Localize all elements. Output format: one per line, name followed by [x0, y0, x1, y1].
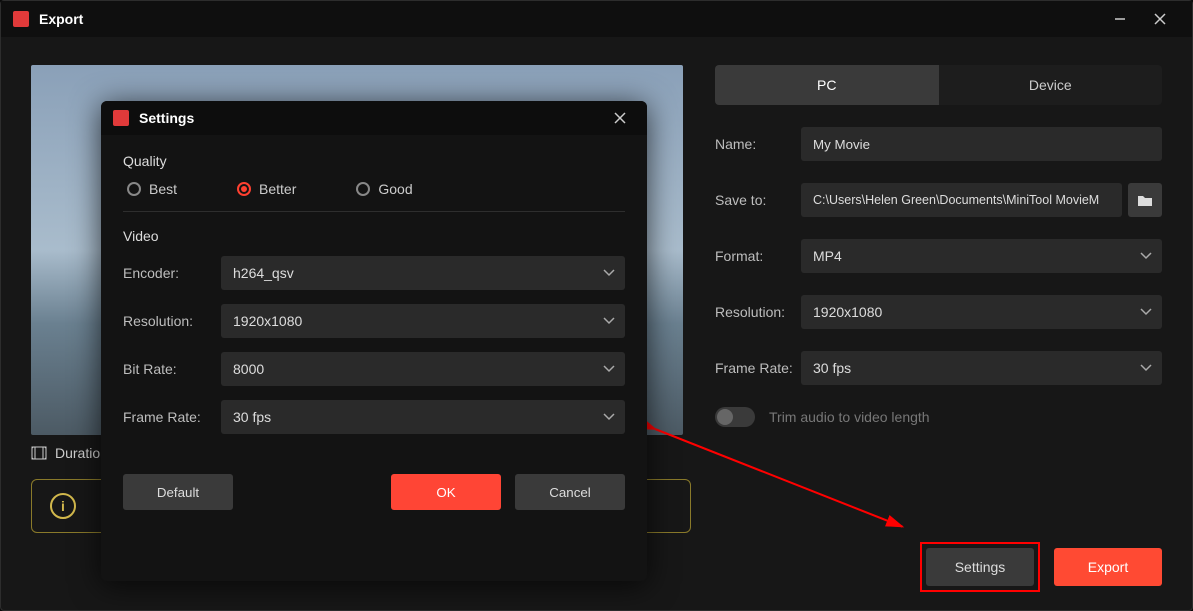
encoder-value: h264_qsv: [233, 265, 294, 281]
titlebar: Export: [1, 1, 1192, 37]
row-encoder: Encoder: h264_qsv: [123, 256, 625, 290]
framerate-value: 30 fps: [813, 360, 851, 376]
modal-close-button[interactable]: [605, 103, 635, 133]
modal-resolution-select[interactable]: 1920x1080: [221, 304, 625, 338]
chevron-down-icon: [603, 269, 615, 277]
quality-heading: Quality: [123, 153, 625, 169]
row-bitrate: Bit Rate: 8000: [123, 352, 625, 386]
minimize-button[interactable]: [1100, 4, 1140, 34]
chevron-down-icon: [603, 413, 615, 421]
row-format: Format: MP4: [715, 239, 1162, 273]
radio-better[interactable]: Better: [237, 181, 296, 197]
tab-device[interactable]: Device: [939, 65, 1163, 105]
browse-button[interactable]: [1128, 183, 1162, 217]
chevron-down-icon: [603, 365, 615, 373]
cancel-button[interactable]: Cancel: [515, 474, 625, 510]
row-modal-resolution: Resolution: 1920x1080: [123, 304, 625, 338]
modal-body: Quality Best Better Good Video Encoder: …: [101, 135, 647, 462]
radio-best[interactable]: Best: [127, 181, 177, 197]
format-select[interactable]: MP4: [801, 239, 1162, 273]
trim-toggle[interactable]: [715, 407, 755, 427]
close-button[interactable]: [1140, 4, 1180, 34]
right-column: PC Device Name: Save to: Format: MP4: [715, 61, 1162, 586]
divider: [123, 211, 625, 212]
modal-framerate-select[interactable]: 30 fps: [221, 400, 625, 434]
modal-footer: Default OK Cancel: [101, 462, 647, 510]
annotation-highlight: Settings: [920, 542, 1040, 592]
default-button[interactable]: Default: [123, 474, 233, 510]
settings-button[interactable]: Settings: [926, 548, 1034, 586]
format-label: Format:: [715, 248, 801, 264]
resolution-value: 1920x1080: [813, 304, 882, 320]
name-input[interactable]: [801, 127, 1162, 161]
format-value: MP4: [813, 248, 842, 264]
app-icon: [113, 110, 129, 126]
radio-icon: [127, 182, 141, 196]
row-name: Name:: [715, 127, 1162, 161]
chevron-down-icon: [1140, 308, 1152, 316]
modal-framerate-label: Frame Rate:: [123, 409, 221, 425]
saveto-label: Save to:: [715, 192, 801, 208]
row-framerate: Frame Rate: 30 fps: [715, 351, 1162, 385]
resolution-select[interactable]: 1920x1080: [801, 295, 1162, 329]
row-saveto: Save to:: [715, 183, 1162, 217]
row-resolution: Resolution: 1920x1080: [715, 295, 1162, 329]
bitrate-select[interactable]: 8000: [221, 352, 625, 386]
encoder-select[interactable]: h264_qsv: [221, 256, 625, 290]
chevron-down-icon: [1140, 252, 1152, 260]
minimize-icon: [1114, 13, 1126, 25]
footer-buttons: Settings Export: [920, 542, 1162, 592]
chevron-down-icon: [1140, 364, 1152, 372]
name-label: Name:: [715, 136, 801, 152]
info-icon: i: [50, 493, 76, 519]
export-window: Export Duration i PC Device Name:: [0, 0, 1193, 611]
settings-modal: Settings Quality Best Better Good Video …: [101, 101, 647, 581]
row-trim: Trim audio to video length: [715, 407, 1162, 427]
output-tabs: PC Device: [715, 65, 1162, 105]
app-icon: [13, 11, 29, 27]
radio-icon: [237, 182, 251, 196]
close-icon: [614, 112, 626, 124]
radio-good[interactable]: Good: [356, 181, 412, 197]
ok-button[interactable]: OK: [391, 474, 501, 510]
resolution-label: Resolution:: [715, 304, 801, 320]
video-heading: Video: [123, 228, 625, 244]
row-modal-framerate: Frame Rate: 30 fps: [123, 400, 625, 434]
bitrate-value: 8000: [233, 361, 264, 377]
export-button[interactable]: Export: [1054, 548, 1162, 586]
modal-titlebar: Settings: [101, 101, 647, 135]
framerate-label: Frame Rate:: [715, 360, 801, 376]
saveto-input[interactable]: [801, 183, 1122, 217]
modal-resolution-value: 1920x1080: [233, 313, 302, 329]
encoder-label: Encoder:: [123, 265, 221, 281]
modal-framerate-value: 30 fps: [233, 409, 271, 425]
duration-label: Duration: [55, 445, 108, 461]
folder-icon: [1137, 193, 1153, 207]
trim-label: Trim audio to video length: [769, 409, 930, 425]
bitrate-label: Bit Rate:: [123, 361, 221, 377]
modal-title: Settings: [139, 110, 605, 126]
radio-icon: [356, 182, 370, 196]
modal-resolution-label: Resolution:: [123, 313, 221, 329]
film-icon: [31, 446, 47, 460]
close-icon: [1154, 13, 1166, 25]
chevron-down-icon: [603, 317, 615, 325]
framerate-select[interactable]: 30 fps: [801, 351, 1162, 385]
window-title: Export: [39, 11, 1100, 27]
quality-radios: Best Better Good: [123, 181, 625, 197]
tab-pc[interactable]: PC: [715, 65, 939, 105]
